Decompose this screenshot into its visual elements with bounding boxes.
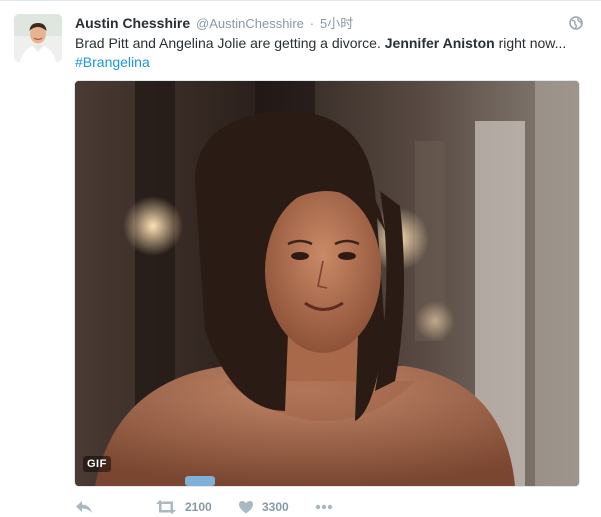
tweet-text-part2: right now... (494, 35, 567, 51)
hashtag-link[interactable]: #Brangelina (75, 53, 590, 72)
tweet-actions: 2100 3300 (75, 497, 581, 517)
avatar[interactable] (14, 14, 62, 62)
gif-badge: GIF (83, 456, 111, 472)
author-handle[interactable]: @AustinChesshire (196, 16, 304, 31)
more-button[interactable] (315, 497, 333, 517)
author-name[interactable]: Austin Chesshire (75, 15, 190, 31)
retweet-count: 2100 (185, 500, 212, 514)
gif-frame (75, 81, 579, 486)
like-count: 3300 (262, 500, 289, 514)
gif-media[interactable]: GIF (74, 80, 580, 487)
globe-icon (569, 16, 583, 30)
retweet-icon (156, 500, 176, 514)
more-icon (315, 504, 333, 510)
tweet-text: Brad Pitt and Angelina Jolie are getting… (75, 34, 590, 72)
tweet-text-part1: Brad Pitt and Angelina Jolie are getting… (75, 35, 385, 51)
reply-icon (76, 501, 92, 513)
timestamp[interactable]: 5小时 (320, 16, 353, 31)
tweet-header: Austin Chesshire @AustinChesshire · 5小时 (75, 14, 583, 34)
separator: · (309, 16, 315, 31)
retweet-button[interactable]: 2100 (155, 497, 212, 517)
heart-icon (239, 501, 253, 514)
tweet-text-bold: Jennifer Aniston (384, 35, 495, 51)
like-button[interactable]: 3300 (238, 497, 289, 517)
avatar-image (14, 14, 62, 62)
reply-button[interactable] (75, 497, 93, 517)
tweet: Austin Chesshire @AustinChesshire · 5小时 … (0, 0, 601, 517)
